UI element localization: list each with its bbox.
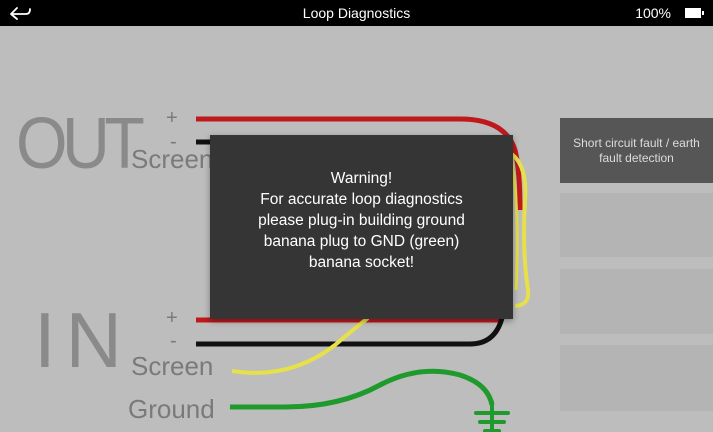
warning-dialog[interactable]: Warning! For accurate loop diagnostics p…	[210, 135, 513, 319]
out-label: OUT	[16, 104, 145, 184]
panel-button-2[interactable]	[560, 193, 713, 257]
short-circuit-detection-label: Short circuit fault / earth fault detect…	[573, 135, 700, 165]
out-screen-label: Screen	[131, 144, 214, 174]
warning-line-4: banana socket!	[308, 253, 415, 271]
in-plus-label: +	[166, 307, 178, 329]
ground-symbol-icon	[474, 400, 510, 432]
warning-line-2: please plug-in building ground	[258, 211, 465, 229]
warning-line-3: banana plug to GND (green)	[263, 232, 460, 250]
in-label: IN	[34, 296, 132, 384]
warning-line-1: For accurate loop diagnostics	[260, 190, 463, 208]
short-circuit-detection-button[interactable]: Short circuit fault / earth fault detect…	[560, 118, 713, 183]
ground-wire	[230, 368, 495, 410]
in-screen-label: Screen	[131, 351, 214, 381]
in-minus-label: -	[170, 330, 177, 352]
out-plus-label: +	[166, 107, 178, 129]
panel-button-3[interactable]	[560, 269, 713, 334]
panel-button-4[interactable]	[560, 345, 713, 411]
warning-title: Warning!	[330, 169, 393, 187]
ground-label: Ground	[128, 394, 215, 424]
warning-message: Warning! For accurate loop diagnostics p…	[222, 168, 502, 273]
